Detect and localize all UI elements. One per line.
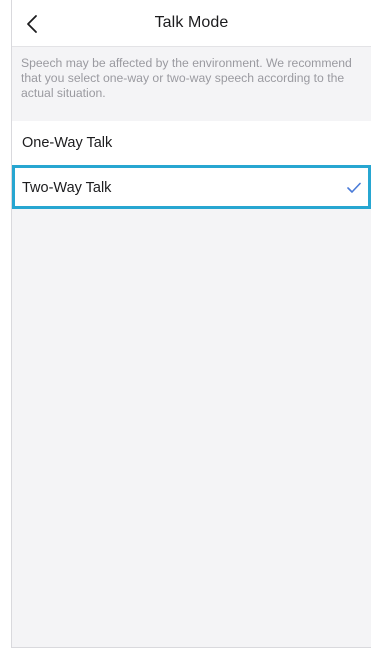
environment-notice: Speech may be affected by the environmen… [12,47,371,121]
checkmark-icon [347,182,361,193]
talk-mode-screen: Talk Mode Speech may be affected by the … [11,0,371,648]
option-label: Two-Way Talk [22,179,112,196]
chevron-left-icon [27,15,37,33]
option-two-way-talk[interactable]: Two-Way Talk [12,165,371,209]
back-button[interactable] [18,10,46,38]
navigation-bar: Talk Mode [12,0,371,47]
talk-mode-options: One-Way Talk Two-Way Talk [12,121,371,209]
page-title: Talk Mode [154,14,229,31]
option-one-way-talk[interactable]: One-Way Talk [12,121,371,165]
option-label: One-Way Talk [22,135,113,151]
